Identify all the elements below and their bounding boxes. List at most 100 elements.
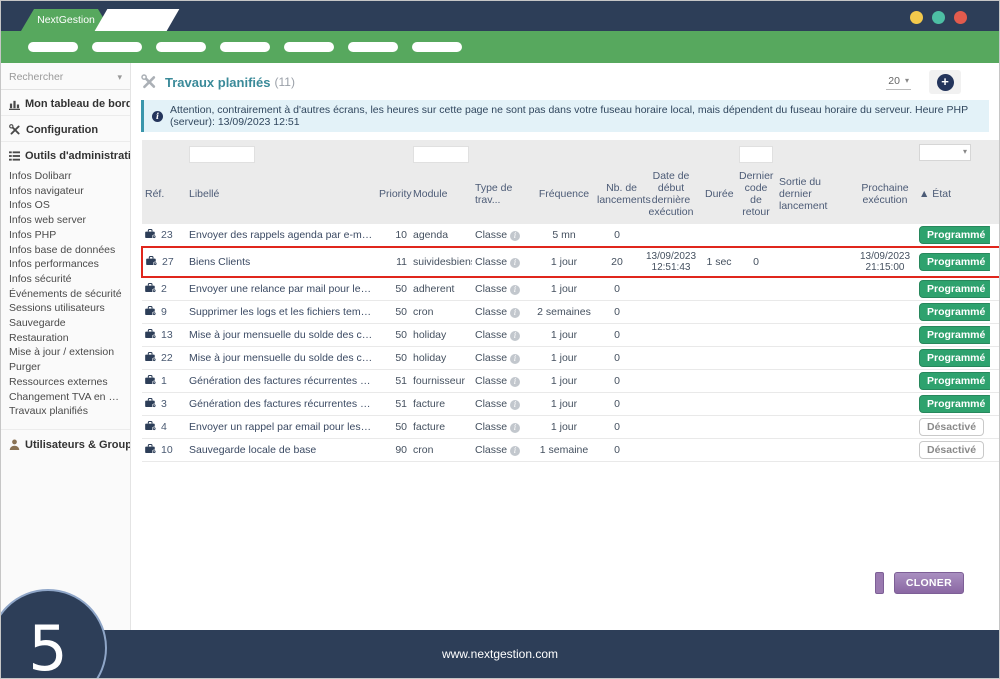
sidebar-item[interactable]: Infos Dolibarr — [1, 169, 130, 184]
sidebar-item[interactable]: Infos performances — [1, 257, 130, 272]
job-row: 13 Mise à jour mensuelle du solde des co… — [142, 324, 999, 347]
cronjob-icon — [145, 375, 157, 388]
page-size-select[interactable]: 20 ▾ — [886, 75, 911, 90]
table-body: 23 Envoyer des rappels agenda par e-mail… — [142, 224, 999, 462]
clone-button[interactable]: CLONER — [894, 572, 964, 594]
record-count: (11) — [275, 75, 295, 89]
sidebar-item[interactable]: Sessions utilisateurs — [1, 301, 130, 316]
job-ref-link[interactable]: 13 — [161, 329, 173, 341]
filter-label-input[interactable] — [189, 146, 255, 163]
filter-status-select[interactable]: ▾ — [919, 144, 971, 161]
sidebar-item[interactable]: Infos web server — [1, 213, 130, 228]
sidebar-item[interactable]: Événements de sécurité — [1, 287, 130, 302]
sidebar-item[interactable]: Infos sécurité — [1, 272, 130, 287]
job-ref-link[interactable]: 3 — [161, 398, 167, 410]
job-ref-link[interactable]: 4 — [161, 421, 167, 433]
nav-item-redacted[interactable] — [220, 42, 270, 52]
col-header-status[interactable]: ▲ État — [916, 168, 990, 224]
page-title: Travaux planifiés — [165, 75, 271, 90]
col-header-nb[interactable]: Nb. de lancements — [594, 168, 640, 224]
job-ref-link[interactable]: 1 — [161, 375, 167, 387]
col-header-output[interactable]: Sortie du dernier lancement — [776, 168, 854, 224]
job-label-link[interactable]: Biens Clients — [189, 256, 373, 268]
cronjob-icon — [145, 306, 157, 319]
col-header-next_exec[interactable]: Prochaine exécution — [854, 168, 916, 224]
sidebar-item-dashboard[interactable]: Mon tableau de bord — [1, 90, 130, 116]
filter-module-input[interactable] — [413, 146, 469, 163]
nav-item-redacted[interactable] — [92, 42, 142, 52]
chevron-down-icon: ▾ — [117, 72, 122, 83]
search-select[interactable]: Rechercher ▾ — [1, 63, 130, 90]
nav-item-redacted[interactable] — [412, 42, 462, 52]
job-row: 23 Envoyer des rappels agenda par e-mail… — [142, 224, 999, 247]
status-badge: Programmé — [919, 349, 990, 367]
nav-pills — [28, 42, 462, 52]
job-ref-link[interactable]: 27 — [162, 256, 174, 268]
mass-action-handle[interactable] — [875, 572, 884, 594]
col-header-type[interactable]: Type de trav... — [472, 168, 534, 224]
nav-item-redacted[interactable] — [156, 42, 206, 52]
red-dot-icon[interactable] — [954, 11, 967, 24]
sidebar-item[interactable]: Infos PHP — [1, 228, 130, 243]
sidebar-item[interactable]: Infos base de données — [1, 243, 130, 258]
sidebar-item[interactable]: Mise à jour / extension — [1, 345, 130, 360]
job-row: 1 Génération des factures récurrentes (a… — [142, 370, 999, 393]
sidebar-item[interactable]: Ressources externes — [1, 375, 130, 390]
nav-item-redacted[interactable] — [348, 42, 398, 52]
window-dots — [910, 11, 967, 24]
app-window: NextGestion Rechercher ▾ Mon tableau de … — [0, 0, 1000, 679]
sidebar-item[interactable]: Infos navigateur — [1, 184, 130, 199]
new-job-button[interactable]: + — [929, 70, 961, 94]
redacted-tab[interactable] — [95, 9, 180, 31]
job-ref-link[interactable]: 9 — [161, 306, 167, 318]
mass-action-bar: CLONER — [875, 572, 964, 594]
job-label-link[interactable]: Mise à jour mensuelle du solde des congé… — [189, 329, 373, 341]
job-label-link[interactable]: Envoyer une relance par mail pour les co… — [189, 283, 373, 295]
nav-item-redacted[interactable] — [28, 42, 78, 52]
job-ref-link[interactable]: 2 — [161, 283, 167, 295]
col-header-return_code[interactable]: Dernier code de retour — [736, 168, 776, 224]
sidebar-item-configuration[interactable]: Configuration — [1, 116, 130, 142]
cronjob-icon — [145, 421, 157, 434]
yellow-dot-icon[interactable] — [910, 11, 923, 24]
sidebar-item[interactable]: Travaux planifiés — [1, 404, 130, 419]
job-label-link[interactable]: Supprimer les logs et les fichiers tempo… — [189, 306, 373, 318]
status-badge: Programmé — [919, 372, 990, 390]
job-label-link[interactable]: Sauvegarde locale de base — [189, 444, 373, 456]
col-header-priority[interactable]: Priority — [376, 168, 410, 224]
info-icon: i — [510, 231, 520, 241]
col-header-ref[interactable]: Réf. — [142, 168, 186, 224]
sidebar-item[interactable]: Purger — [1, 360, 130, 375]
col-header-duration[interactable]: Durée — [702, 168, 736, 224]
green-dot-icon[interactable] — [932, 11, 945, 24]
nav-item-redacted[interactable] — [284, 42, 334, 52]
job-ref-link[interactable]: 23 — [161, 229, 173, 241]
sidebar-item-label: Outils d'administrati... — [25, 150, 130, 162]
col-header-module[interactable]: Module — [410, 168, 472, 224]
job-ref-link[interactable]: 22 — [161, 352, 173, 364]
sidebar-item[interactable]: Restauration — [1, 331, 130, 346]
sidebar-item[interactable]: Changement TVA en mas... — [1, 390, 130, 405]
sidebar-item[interactable]: Infos OS — [1, 198, 130, 213]
body-region: Rechercher ▾ Mon tableau de bord Configu… — [1, 63, 999, 630]
sidebar-item-admin-tools[interactable]: Outils d'administrati... — [1, 142, 130, 167]
status-badge: Programmé — [919, 280, 990, 298]
sidebar-item[interactable]: Sauvegarde — [1, 316, 130, 331]
job-label-link[interactable]: Génération des factures récurrentes (ven… — [189, 398, 373, 410]
job-label-link[interactable]: Envoyer des rappels agenda par e-mails — [189, 229, 373, 241]
col-header-label[interactable]: Libellé — [186, 168, 376, 224]
title-bar: NextGestion — [1, 1, 999, 31]
status-badge: Désactivé — [919, 418, 984, 436]
job-label-link[interactable]: Mise à jour mensuelle du solde des congé… — [189, 352, 373, 364]
col-header-freq[interactable]: Fréquence — [534, 168, 594, 224]
page-size-value: 20 — [888, 75, 900, 87]
filter-return_code-input[interactable] — [739, 146, 773, 163]
info-icon: i — [510, 446, 520, 456]
filter-row: ▾✕ — [142, 140, 999, 168]
table-header-row: Réf.LibelléPriorityModuleType de trav...… — [142, 168, 999, 224]
job-label-link[interactable]: Envoyer un rappel par email pour les fac… — [189, 421, 373, 433]
sidebar-item-users-groups[interactable]: Utilisateurs & Group... — [1, 429, 130, 456]
job-label-link[interactable]: Génération des factures récurrentes (ach… — [189, 375, 373, 387]
job-ref-link[interactable]: 10 — [161, 444, 173, 456]
job-row: 2 Envoyer une relance par mail pour les … — [142, 277, 999, 301]
